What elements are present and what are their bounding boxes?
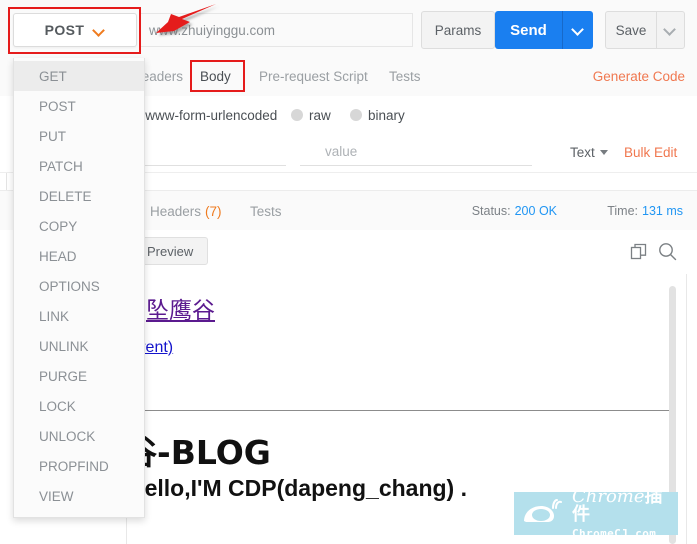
request-bar: POST www.zhuiyinggu.com Params Send Save: [0, 0, 697, 57]
menu-item-options[interactable]: OPTIONS: [14, 271, 144, 301]
chevron-down-icon: [665, 25, 676, 36]
tab-prerequest-script[interactable]: Pre-request Script: [259, 56, 368, 96]
value-type-select[interactable]: Text: [570, 145, 608, 160]
preview-heading-2: Hello,I'M CDP(dapeng_chang) .: [128, 475, 467, 501]
body-type-form-urlencoded[interactable]: x-www-form-urlencoded: [134, 96, 277, 134]
tab-body[interactable]: Body: [200, 56, 231, 96]
radio-icon: [291, 109, 303, 121]
radio-icon: [350, 109, 362, 121]
menu-item-copy[interactable]: COPY: [14, 211, 144, 241]
chevron-down-icon: [573, 25, 584, 36]
value-input[interactable]: value: [325, 144, 357, 159]
menu-item-propfind[interactable]: PROPFIND: [14, 451, 144, 481]
generate-code-link[interactable]: Generate Code: [593, 56, 685, 96]
value-input-underline: [300, 165, 532, 166]
body-type-binary[interactable]: binary: [350, 96, 405, 134]
response-headers-label: Headers: [150, 203, 202, 219]
value-type-label: Text: [570, 145, 595, 160]
caret-down-icon: [599, 150, 608, 155]
tab-tests[interactable]: Tests: [389, 56, 421, 96]
params-button[interactable]: Params: [421, 11, 495, 49]
watermark-title: Chrome插件: [572, 492, 678, 524]
key-input-underline: [136, 165, 286, 166]
method-label: POST: [44, 22, 85, 38]
red-arrow-icon: [152, 2, 220, 49]
send-button[interactable]: Send: [495, 11, 562, 49]
body-type-label: binary: [368, 107, 405, 123]
response-tab-headers[interactable]: Headers (7): [150, 191, 222, 231]
status-label: Status:: [471, 204, 511, 218]
preview-link-visited[interactable]: 坠鹰谷: [146, 291, 215, 325]
body-type-raw[interactable]: raw: [291, 96, 331, 134]
preview-divider: [131, 410, 675, 411]
preview-heading-1: 谷-BLOG: [124, 433, 271, 472]
menu-item-get[interactable]: GET: [14, 61, 144, 91]
menu-item-view[interactable]: VIEW: [14, 481, 144, 511]
response-tab-tests[interactable]: Tests: [250, 191, 282, 231]
menu-item-delete[interactable]: DELETE: [14, 181, 144, 211]
time-label: Time:: [607, 204, 638, 218]
status-badge: Status: 200 OK: [472, 191, 557, 231]
search-icon[interactable]: [654, 238, 680, 264]
menu-item-patch[interactable]: PATCH: [14, 151, 144, 181]
snail-icon: [522, 498, 568, 531]
menu-item-post[interactable]: POST: [14, 91, 144, 121]
body-type-label: raw: [309, 107, 331, 123]
method-dropdown-button[interactable]: POST: [13, 13, 137, 47]
preview-border: [686, 274, 687, 544]
save-button[interactable]: Save: [606, 12, 656, 48]
body-type-label: x-www-form-urlencoded: [134, 107, 278, 123]
save-options-button[interactable]: [656, 12, 684, 48]
save-button-group: Save: [605, 11, 685, 49]
watermark: Chrome插件 ChromeCJ.com: [514, 492, 678, 535]
method-dropdown-menu: GET POST PUT PATCH DELETE COPY HEAD OPTI…: [13, 58, 145, 518]
bulk-edit-link[interactable]: Bulk Edit: [624, 145, 677, 160]
menu-item-link[interactable]: LINK: [14, 301, 144, 331]
chevron-down-icon: [94, 25, 105, 36]
menu-item-lock[interactable]: LOCK: [14, 391, 144, 421]
response-headers-count: (7): [205, 203, 222, 219]
send-options-button[interactable]: [562, 11, 593, 49]
send-button-group: Send: [495, 11, 593, 49]
menu-item-unlock[interactable]: UNLOCK: [14, 421, 144, 451]
watermark-text: Chrome插件 ChromeCJ.com: [572, 492, 678, 535]
menu-item-put[interactable]: PUT: [14, 121, 144, 151]
menu-item-purge[interactable]: PURGE: [14, 361, 144, 391]
copy-icon[interactable]: [625, 238, 651, 264]
menu-item-head[interactable]: HEAD: [14, 241, 144, 271]
watermark-domain: ChromeCJ.com: [572, 527, 657, 535]
time-value: 131 ms: [642, 204, 683, 218]
status-value: 200 OK: [514, 204, 557, 218]
time-badge: Time: 131 ms: [607, 191, 683, 231]
menu-item-unlink[interactable]: UNLINK: [14, 331, 144, 361]
